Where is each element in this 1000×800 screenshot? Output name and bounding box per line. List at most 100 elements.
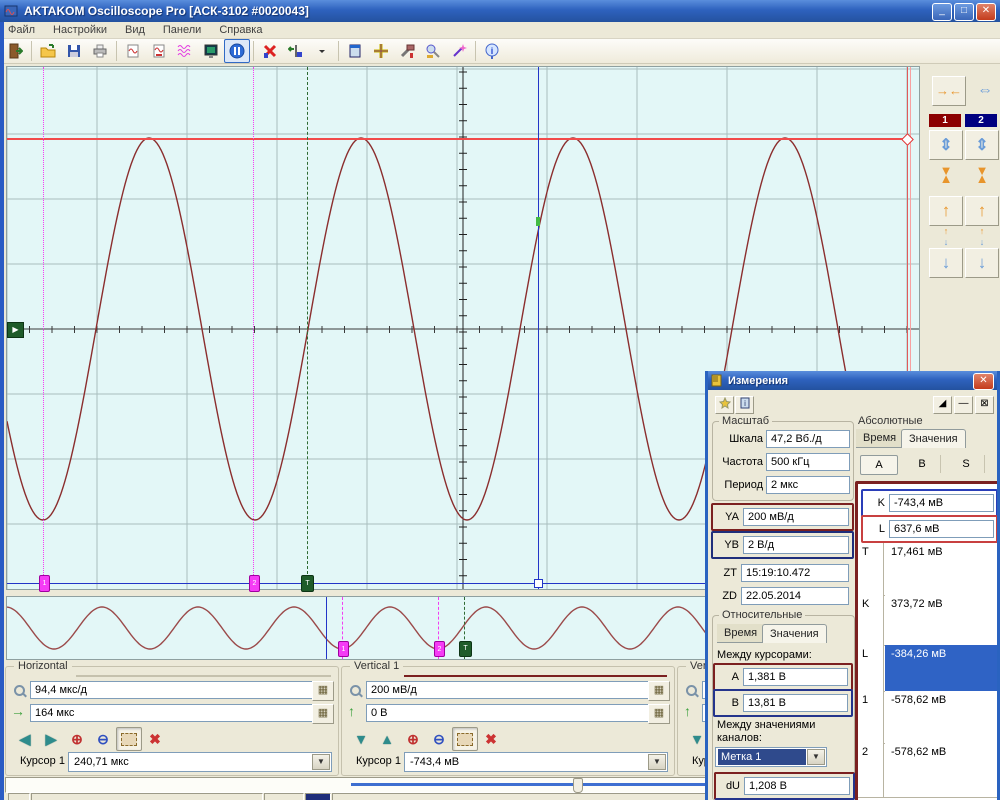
zt-field[interactable]: 15:19:10.472	[741, 564, 849, 582]
print-icon[interactable]	[87, 39, 113, 63]
marker-line[interactable]	[538, 67, 539, 589]
ch1-expand-vertical-button[interactable]: ⇕	[929, 130, 963, 160]
exit-icon[interactable]	[2, 39, 28, 63]
trigger-level-marker[interactable]: ▶	[7, 322, 24, 338]
save-icon[interactable]	[61, 39, 87, 63]
ch1-nudge-down-button[interactable]: ↓	[929, 235, 963, 248]
panel-icon[interactable]	[342, 39, 368, 63]
measure-cross-icon[interactable]	[368, 39, 394, 63]
overview-cursor1-handle[interactable]: 1	[338, 641, 349, 657]
overview-trigger-handle[interactable]: T	[459, 641, 472, 657]
list-row-selected[interactable]: L -384,26 мВ	[858, 645, 1000, 692]
ch1-compress-vertical-button[interactable]: ▼▲	[929, 160, 963, 190]
search-settings-icon[interactable]	[420, 39, 446, 63]
k-cursor-field[interactable]: -743,4 мВ	[889, 494, 994, 512]
subtab-a[interactable]: A	[860, 455, 898, 475]
favorite-icon[interactable]	[715, 396, 734, 414]
yb-field[interactable]: 2 В/д	[743, 536, 849, 554]
cursor-b-field[interactable]: 13,81 В	[743, 694, 848, 712]
absolute-values-list[interactable]: K -743,4 мВ L 637,6 мВ T 17,461 мВ K 373…	[855, 481, 1000, 800]
dialog-maximize-icon[interactable]: ⊠	[975, 396, 994, 414]
ch2-move-down-button[interactable]: ↓	[965, 248, 999, 278]
status-button[interactable]	[8, 793, 30, 800]
list-row[interactable]: 1 -578,62 мВ	[858, 691, 1000, 744]
frequency-value-field[interactable]: 500 кГц	[766, 453, 850, 471]
tab-absolute-values[interactable]: Значения	[901, 429, 966, 448]
period-value-field[interactable]: 2 мкс	[766, 476, 850, 494]
du-field[interactable]: 1,208 В	[744, 777, 850, 795]
pause-icon[interactable]	[224, 39, 250, 63]
ya-field[interactable]: 200 мВ/д	[743, 508, 849, 526]
expand-horizontal-button[interactable]: ⇔	[968, 76, 1000, 106]
vertical1-cursor-dropdown[interactable]: -743,4 мВ ▼	[404, 752, 668, 772]
l-cursor-field[interactable]: 637,6 мВ	[889, 520, 994, 538]
close-button-icon[interactable]: ✕	[976, 3, 996, 21]
dropdown-caret-icon[interactable]	[309, 39, 335, 63]
step-flag-icon[interactable]	[283, 39, 309, 63]
dialog-close-icon[interactable]: ✕	[973, 373, 994, 390]
subtab-b[interactable]: B	[904, 455, 941, 473]
horizontal-offset-field[interactable]: 164 мкс	[30, 704, 314, 722]
slider-thumb[interactable]	[573, 778, 583, 793]
tools-icon[interactable]	[394, 39, 420, 63]
dialog-title-bar[interactable]: Измерения ✕	[708, 371, 997, 390]
cursor1-handle[interactable]: 1	[39, 575, 50, 592]
cursor2-line[interactable]	[253, 67, 254, 589]
zoom-out-button[interactable]: ⊖	[90, 727, 116, 751]
overview-cursor2-handle[interactable]: 2	[434, 641, 445, 657]
trigger-handle[interactable]: T	[301, 575, 314, 592]
list-row[interactable]: T 17,461 мВ	[858, 543, 1000, 596]
ch1-move-down-button[interactable]: ↓	[929, 248, 963, 278]
horizontal-cursor-dropdown[interactable]: 240,71 мкс ▼	[68, 752, 332, 772]
open-folder-icon[interactable]	[35, 39, 61, 63]
vertical1-scale-field[interactable]: 200 мВ/д	[366, 681, 650, 699]
dropdown-arrow-icon[interactable]: ▼	[807, 749, 825, 765]
pin-panel-icon[interactable]: ◢	[933, 396, 952, 414]
list-row[interactable]: 2 -578,62 мВ	[858, 743, 1000, 798]
scroll-up-button[interactable]: ▲	[374, 727, 400, 751]
minimize-button-icon[interactable]: _	[932, 3, 952, 21]
vertical1-scale-keypad-button[interactable]: ▦	[648, 681, 670, 701]
scroll-down-button[interactable]: ▼	[348, 727, 374, 751]
menu-panels[interactable]: Панели	[163, 24, 201, 36]
ch2-nudge-down-button[interactable]: ↓	[965, 235, 999, 248]
cursor2-handle[interactable]: 2	[249, 575, 260, 592]
info-icon[interactable]: i	[479, 39, 505, 63]
tab-absolute-time[interactable]: Время	[856, 429, 904, 448]
menu-settings[interactable]: Настройки	[53, 24, 107, 36]
tab-relative-time[interactable]: Время	[717, 624, 765, 643]
maximize-button-icon[interactable]: □	[954, 3, 974, 21]
horizontal-scale-field[interactable]: 94,4 мкс/д	[30, 681, 314, 699]
scale-value-field[interactable]: 47,2 Вб./д	[766, 430, 850, 448]
label-select-dropdown[interactable]: Метка 1 ▼	[715, 747, 827, 767]
level-marker-line[interactable]	[7, 138, 911, 140]
overview-marker-line[interactable]	[326, 597, 327, 659]
ch2-compress-vertical-button[interactable]: ▼▲	[965, 160, 999, 190]
dropdown-arrow-icon[interactable]: ▼	[312, 754, 330, 770]
reset-zoom-button[interactable]: ✖	[478, 727, 504, 751]
cursor1-line[interactable]	[43, 67, 44, 589]
vertical1-offset-keypad-button[interactable]: ▦	[648, 704, 670, 724]
marquee-zoom-button[interactable]	[452, 727, 478, 751]
scroll-left-button[interactable]: ◀	[12, 727, 38, 751]
zd-field[interactable]: 22.05.2014	[741, 587, 849, 605]
delete-cursor-icon[interactable]	[257, 39, 283, 63]
ch1-move-up-button[interactable]: ↑	[929, 196, 963, 226]
reset-zoom-button[interactable]: ✖	[142, 727, 168, 751]
marker-handle[interactable]	[534, 579, 543, 588]
tab-relative-values[interactable]: Значения	[762, 624, 827, 643]
wizard-icon[interactable]	[446, 39, 472, 63]
copy-waveform-alt-icon[interactable]	[146, 39, 172, 63]
compress-horizontal-button[interactable]: →←	[932, 76, 966, 106]
trigger-position-line[interactable]	[307, 67, 308, 589]
menu-view[interactable]: Вид	[125, 24, 145, 36]
menu-file[interactable]: Файл	[8, 24, 35, 36]
display-icon[interactable]	[198, 39, 224, 63]
ch2-expand-vertical-button[interactable]: ⇕	[965, 130, 999, 160]
info-panel-icon[interactable]: i	[735, 396, 754, 414]
subtab-s[interactable]: S	[948, 455, 985, 473]
marquee-zoom-button[interactable]	[116, 727, 142, 751]
ch2-move-up-button[interactable]: ↑	[965, 196, 999, 226]
measurements-dialog[interactable]: Измерения ✕ i ◢ — ⊠ Масштаб Шкала 47,2 В…	[705, 371, 1000, 800]
title-bar[interactable]: AKTAKOM Oscilloscope Pro [АСК-3102 #0020…	[0, 0, 1000, 22]
